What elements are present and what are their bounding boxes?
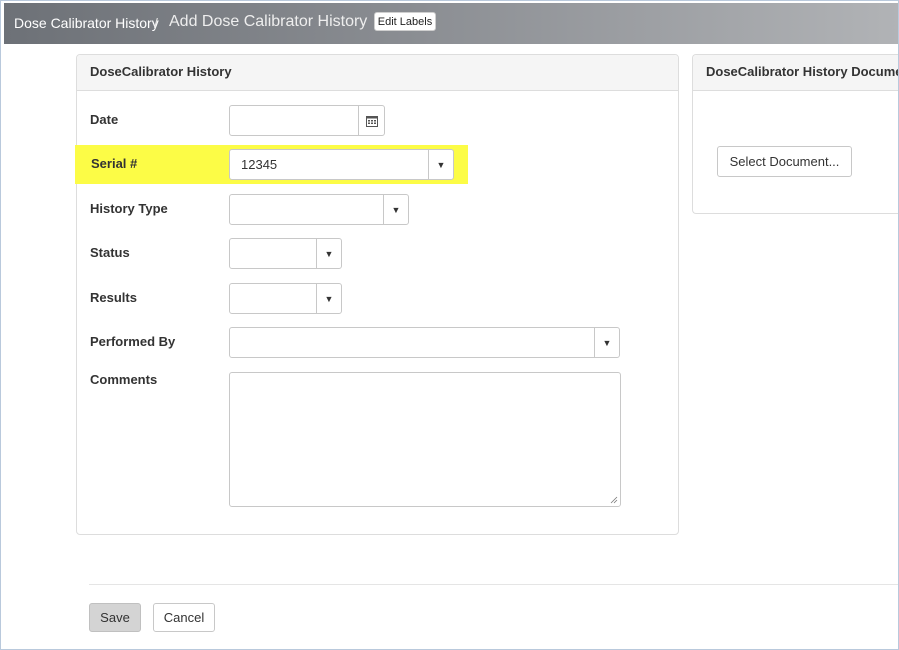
- history-type-select[interactable]: ▼: [229, 194, 409, 225]
- status-select[interactable]: ▼: [229, 238, 342, 269]
- serial-value: 12345: [241, 157, 278, 172]
- caret-down-icon[interactable]: ▼: [428, 150, 453, 179]
- history-form-panel-title: DoseCalibrator History: [77, 55, 678, 91]
- status-label: Status: [90, 245, 130, 260]
- performed-by-label: Performed By: [90, 334, 176, 349]
- caret-down-icon[interactable]: ▼: [594, 328, 619, 357]
- date-label: Date: [90, 112, 119, 127]
- caret-down-icon[interactable]: ▼: [383, 195, 408, 224]
- caret-down-icon[interactable]: ▼: [316, 284, 341, 313]
- breadcrumb-root-link[interactable]: Dose Calibrator History: [14, 15, 159, 31]
- serial-select[interactable]: 12345 ▼: [229, 149, 454, 180]
- documents-panel-title: DoseCalibrator History Documents: [693, 55, 899, 91]
- history-type-label: History Type: [90, 201, 168, 216]
- cancel-button[interactable]: Cancel: [153, 603, 215, 632]
- documents-panel: DoseCalibrator History Documents: [692, 54, 899, 214]
- serial-label: Serial #: [91, 156, 138, 171]
- breadcrumb-current: Add Dose Calibrator History: [169, 13, 368, 30]
- caret-down-icon[interactable]: ▼: [316, 239, 341, 268]
- results-label: Results: [90, 290, 137, 305]
- edit-labels-button[interactable]: Edit Labels: [374, 12, 436, 31]
- footer-divider: [89, 584, 899, 585]
- date-input[interactable]: [229, 105, 385, 136]
- select-document-button[interactable]: Select Document...: [717, 146, 852, 177]
- resize-handle-icon[interactable]: [610, 496, 618, 504]
- comments-textarea[interactable]: [229, 372, 621, 507]
- performed-by-select[interactable]: ▼: [229, 327, 620, 358]
- save-button[interactable]: Save: [89, 603, 141, 632]
- breadcrumb-separator: /: [154, 15, 158, 31]
- header-bar: Dose Calibrator History / Add Dose Calib…: [4, 3, 899, 44]
- results-select[interactable]: ▼: [229, 283, 342, 314]
- comments-label: Comments: [90, 372, 158, 387]
- calendar-icon[interactable]: [358, 106, 384, 135]
